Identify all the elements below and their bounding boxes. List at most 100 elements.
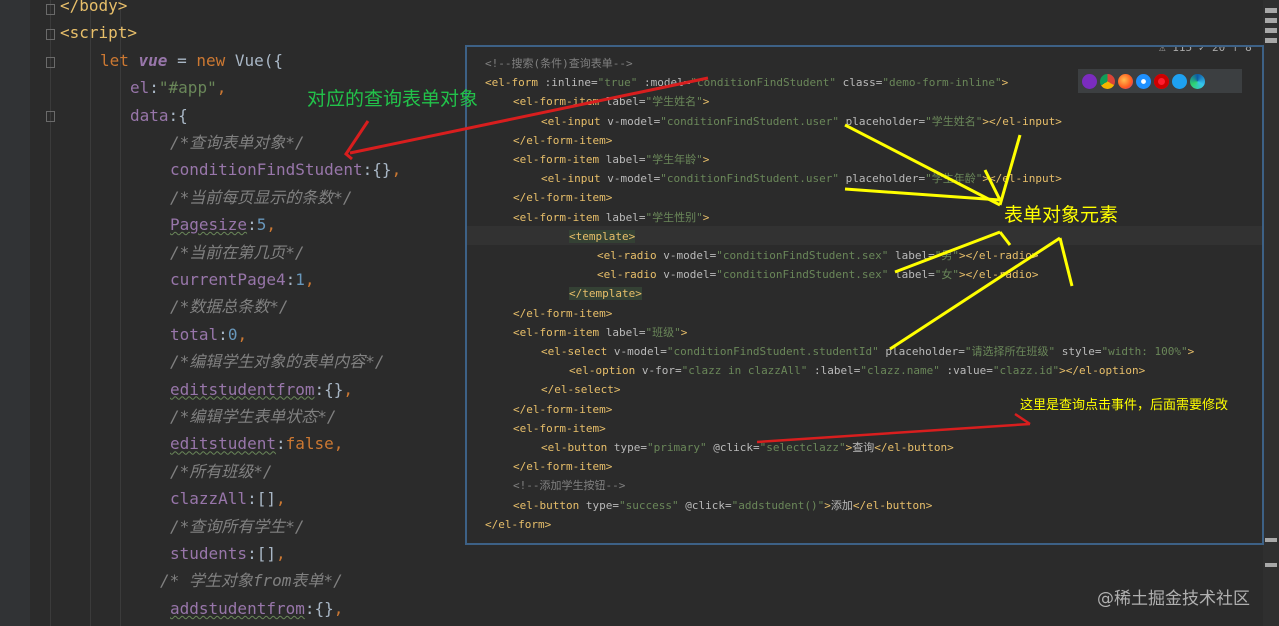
opera-icon[interactable]	[1154, 73, 1169, 89]
overlay-code-token: "true"	[597, 76, 638, 90]
code-line[interactable]: conditionFindStudent:{},	[170, 156, 401, 183]
overlay-code-token: "demo-form-inline"	[882, 76, 1002, 90]
code-line[interactable]: /*编辑学生对象的表单内容*/	[170, 348, 385, 375]
overlay-code-line: <!--添加学生按钮-->	[513, 476, 625, 495]
scroll-marker	[1265, 563, 1277, 567]
overlay-code-line: </el-form-item>	[513, 457, 612, 476]
code-line[interactable]: currentPage4:1,	[170, 266, 315, 293]
code-token: ,	[237, 324, 248, 344]
overlay-code-token: 查询	[852, 441, 875, 454]
overlay-code-line: <template>	[569, 227, 636, 246]
overlay-code-token: label=	[888, 249, 935, 262]
overlay-code-line: <el-form-item>	[513, 419, 606, 438]
overlay-code-token: <template>	[569, 229, 636, 243]
code-line[interactable]: /*查询表单对象*/	[170, 129, 305, 156]
overlay-code-line: <el-form-item label="学生年龄">	[513, 150, 709, 169]
code-line[interactable]: <script>	[60, 19, 137, 46]
safari-icon[interactable]	[1136, 73, 1151, 89]
chrome-icon[interactable]	[1100, 73, 1115, 89]
code-token: data	[130, 105, 169, 125]
overlay-code-token: <el-input	[541, 172, 601, 186]
code-line[interactable]: /*查询所有学生*/	[170, 513, 305, 540]
code-line[interactable]: /* 学生对象from表单*/	[160, 567, 343, 594]
overlay-code-token: "clazz in clazzAll"	[681, 364, 808, 378]
overlay-code-token: :label=	[807, 364, 861, 378]
code-token: /*数据总条数*/	[170, 297, 289, 317]
overlay-code-token: @click=	[678, 498, 732, 512]
overlay-code-token: "clazz.name"	[860, 364, 940, 378]
code-line[interactable]: clazzAll:[],	[170, 485, 286, 512]
overlay-code-token: "conditionFindStudent.sex"	[716, 268, 889, 282]
code-line[interactable]: data:{	[130, 102, 188, 129]
code-line[interactable]: /*编辑学生表单状态*/	[170, 403, 337, 430]
annotation-form-object: 对应的查询表单对象	[307, 88, 479, 110]
code-line[interactable]: /*所有班级*/	[170, 458, 273, 485]
overlay-code-token: "conditionFindStudent"	[690, 76, 837, 90]
overlay-code-token: </el-form>	[485, 517, 552, 531]
code-line[interactable]: /*当前每页显示的条数*/	[170, 184, 353, 211]
code-token: false,	[285, 434, 344, 454]
fold-marker[interactable]	[46, 57, 55, 68]
overlay-code-line: <!--搜索(条件)查询表单-->	[485, 54, 633, 73]
annotation-form-elements: 表单对象元素	[1004, 204, 1119, 226]
overlay-code-token: 添加	[830, 498, 853, 512]
code-line[interactable]: let vue = new Vue({	[100, 47, 283, 74]
code-line[interactable]: addstudentfrom:{},	[170, 595, 343, 622]
overlay-code-token: </el-form-item>	[513, 460, 613, 474]
code-line[interactable]: </body>	[60, 0, 127, 19]
overlay-code-line: <el-form-item label="班级">	[513, 323, 687, 342]
code-line[interactable]: editstudent:false,	[170, 430, 343, 457]
code-token: ,	[391, 160, 402, 180]
overlay-code-token: <el-form-item>	[513, 421, 606, 435]
line-gutter	[0, 0, 30, 626]
code-line[interactable]: total:0,	[170, 321, 247, 348]
overlay-code-token: <!--搜索(条件)查询表单-->	[485, 57, 633, 70]
overlay-code-line: <el-form :inline="true" :model="conditio…	[485, 73, 1008, 92]
code-token: let	[100, 50, 139, 70]
overlay-code-token: </el-button>	[852, 498, 933, 512]
firefox-icon[interactable]	[1118, 73, 1133, 89]
overlay-code-token: label=	[599, 325, 646, 339]
overlay-code-line: <el-button type="success" @click="addstu…	[513, 496, 932, 515]
overlay-code-token: @click=	[706, 441, 760, 454]
overlay-code-token: <el-form-item	[513, 95, 600, 109]
overlay-code-line: <el-radio v-model="conditionFindStudent.…	[597, 246, 1039, 265]
code-line[interactable]: editstudentfrom:{},	[170, 376, 353, 403]
code-line[interactable]: Pagesize:5,	[170, 211, 276, 238]
code-token: ,	[304, 270, 315, 289]
code-token: conditionFindStudent	[170, 160, 363, 180]
code-line[interactable]: /*当前在第几页*/	[170, 239, 305, 266]
fold-marker[interactable]	[46, 4, 55, 15]
code-token: /*编辑学生对象的表单内容*/	[170, 352, 385, 372]
code-line[interactable]: /*数据总条数*/	[170, 293, 289, 320]
overlay-code-token: <el-button	[541, 441, 608, 454]
overlay-code-token: placeholder=	[839, 172, 926, 186]
code-token: :	[218, 324, 228, 344]
code-token: ,	[343, 379, 354, 399]
indent-guide	[90, 0, 91, 626]
overlay-code-token: "班级"	[645, 325, 681, 339]
indent-guide	[120, 0, 121, 626]
overlay-code-line: <el-button type="primary" @click="select…	[541, 438, 954, 457]
internet-explorer-icon[interactable]	[1172, 73, 1187, 89]
overlay-code-token: "conditionFindStudent.sex"	[716, 249, 889, 262]
overlay-code-token: :model=	[637, 76, 691, 90]
overlay-code-line: </template>	[569, 284, 642, 303]
overlay-code-token: label=	[888, 268, 935, 282]
code-token: total	[170, 324, 219, 344]
code-token: /*查询所有学生*/	[170, 516, 305, 536]
edge-icon[interactable]	[1190, 73, 1205, 89]
overlay-code-line: <el-input v-model="conditionFindStudent.…	[541, 112, 1062, 131]
overlay-code-line: <el-form-item label="学生姓名">	[513, 92, 709, 111]
editor-scroll-strip[interactable]	[1263, 0, 1279, 626]
intellij-browser-icon[interactable]	[1082, 73, 1097, 89]
overlay-code-token: <el-form-item	[513, 153, 600, 166]
fold-marker[interactable]	[46, 29, 55, 40]
code-token: /*当前每页显示的条数*/	[170, 187, 353, 207]
overlay-code-line: <el-select v-model="conditionFindStudent…	[541, 342, 1194, 361]
scroll-marker	[1265, 538, 1277, 542]
code-token: students	[170, 544, 248, 563]
code-line[interactable]: el:"#app",	[130, 74, 226, 101]
fold-marker[interactable]	[46, 111, 55, 122]
code-line[interactable]: students:[],	[170, 540, 286, 567]
